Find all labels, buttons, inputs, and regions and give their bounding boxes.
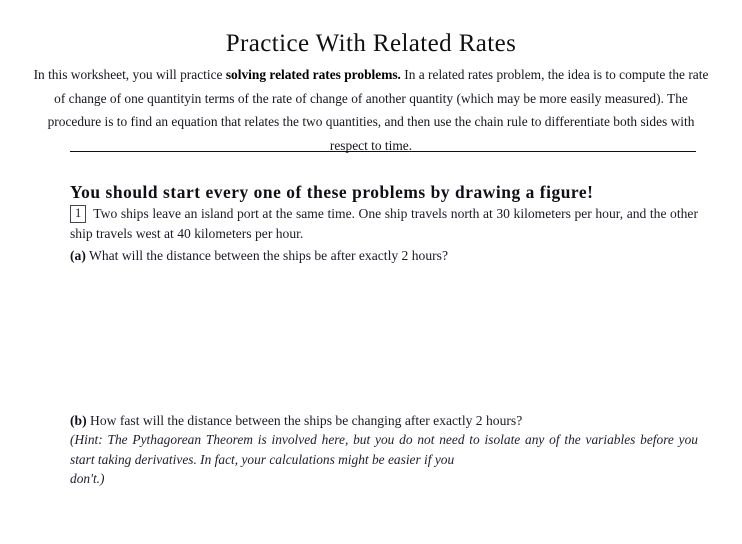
- problem-hint: (Hint: The Pythagorean Theorem is involv…: [70, 430, 698, 489]
- part-b-text: How fast will the distance between the s…: [86, 413, 523, 428]
- intro-paragraph: In this worksheet, you will practice sol…: [30, 63, 712, 157]
- problem-1: 1 Two ships leave an island port at the s…: [70, 204, 698, 243]
- worksheet-page: Practice With Related Rates In this work…: [0, 0, 742, 544]
- hint-main-text: (Hint: The Pythagorean Theorem is involv…: [70, 432, 698, 467]
- part-a-text: What will the distance between the ships…: [85, 248, 448, 263]
- problem-statement-text: Two ships leave an island port at the sa…: [70, 206, 698, 241]
- intro-text-before-bold: In this worksheet, you will practice: [33, 67, 226, 83]
- section-heading: You should start every one of these prob…: [70, 182, 594, 203]
- problem-part-b: (b) How fast will the distance between t…: [70, 411, 698, 431]
- problem-number-box: 1: [70, 205, 87, 223]
- problem-statement-line: 1 Two ships leave an island port at the s…: [70, 204, 698, 243]
- intro-bold-phrase: solving related rates problems.: [225, 67, 401, 83]
- part-b-label: (b): [70, 413, 87, 428]
- horizontal-rule: [70, 151, 696, 152]
- hint-last-line: don't.): [70, 471, 105, 487]
- page-title: Practice With Related Rates: [225, 29, 517, 57]
- problem-part-a: (a) What will the distance between the s…: [70, 246, 698, 266]
- answer-work-area-a[interactable]: [70, 268, 698, 408]
- part-a-label: (a): [70, 248, 86, 263]
